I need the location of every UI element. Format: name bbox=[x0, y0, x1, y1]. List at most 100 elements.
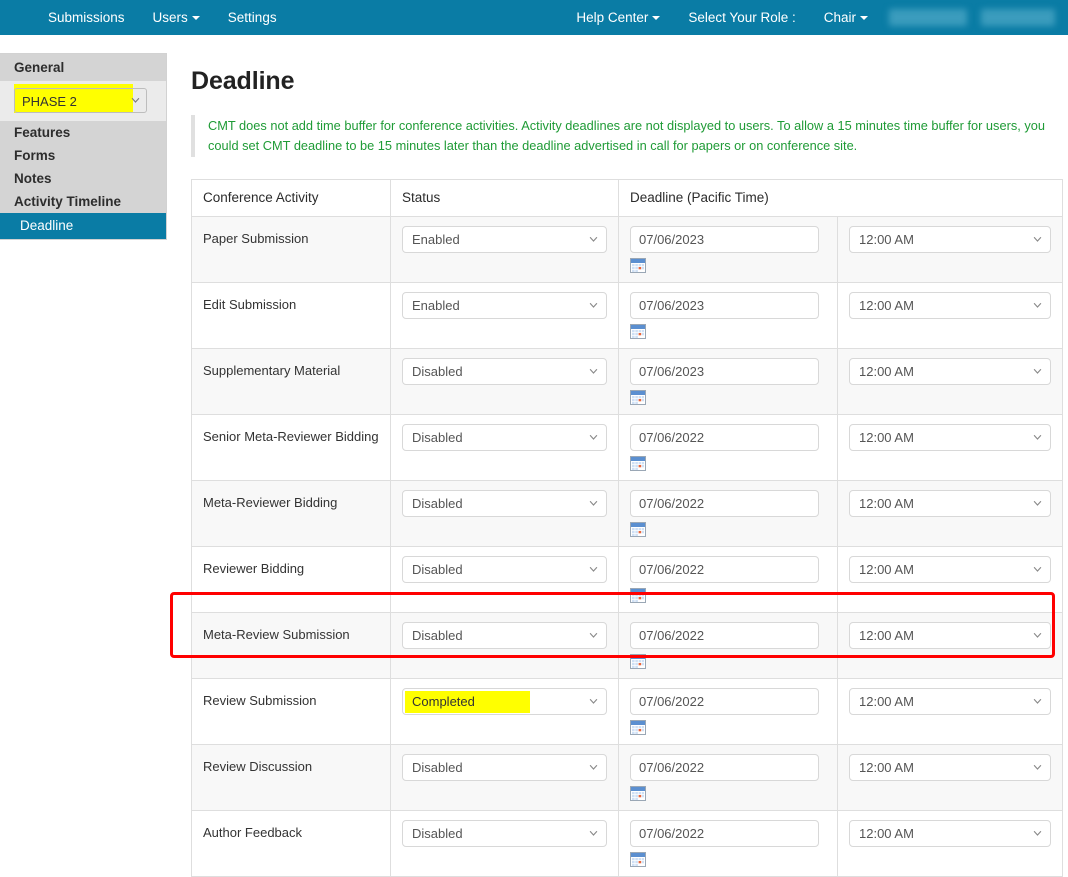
status-select[interactable]: Disabled bbox=[402, 358, 607, 385]
calendar-icon[interactable] bbox=[630, 456, 646, 471]
calendar-icon[interactable] bbox=[630, 786, 646, 801]
deadline-date-input[interactable] bbox=[630, 820, 819, 847]
deadline-time-select-box[interactable]: 12:00 AM bbox=[849, 556, 1052, 583]
status-select[interactable]: Completed bbox=[402, 688, 607, 715]
status-select-box[interactable]: Disabled bbox=[402, 556, 607, 583]
status-select-box[interactable]: Disabled bbox=[402, 424, 607, 451]
cell-status: Disabled bbox=[390, 612, 619, 679]
table-body: Paper SubmissionEnabled12:00 AMEdit Subm… bbox=[191, 216, 1064, 877]
calendar-icon[interactable] bbox=[630, 390, 646, 405]
column-header-conference-activity: Conference Activity bbox=[191, 179, 391, 217]
status-select[interactable]: Disabled bbox=[402, 424, 607, 451]
deadline-date-input[interactable] bbox=[630, 424, 819, 451]
deadline-date-input[interactable] bbox=[630, 622, 819, 649]
status-select[interactable]: Enabled bbox=[402, 292, 607, 319]
deadline-time-select[interactable]: 12:00 AM bbox=[849, 820, 1052, 847]
sidebar-item-deadline[interactable]: Deadline bbox=[0, 213, 166, 239]
deadline-time-select[interactable]: 12:00 AM bbox=[849, 490, 1052, 517]
status-select[interactable]: Disabled bbox=[402, 820, 607, 847]
calendar-icon[interactable] bbox=[630, 258, 646, 273]
activity-label: Reviewer Bidding bbox=[203, 561, 305, 576]
cell-deadline-time: 12:00 AM bbox=[836, 678, 1064, 745]
deadline-date-input[interactable] bbox=[630, 754, 819, 781]
phase-select-box[interactable]: PHASE 2 bbox=[14, 88, 147, 113]
nav-item-role-chair[interactable]: Chair bbox=[810, 0, 882, 35]
cell-status: Disabled bbox=[390, 546, 619, 613]
cell-deadline-time: 12:00 AM bbox=[836, 282, 1064, 349]
deadline-time-select[interactable]: 12:00 AM bbox=[849, 688, 1052, 715]
status-select-box[interactable]: Disabled bbox=[402, 754, 607, 781]
deadline-time-select[interactable]: 12:00 AM bbox=[849, 226, 1052, 253]
sidebar-item-features[interactable]: Features bbox=[0, 121, 166, 144]
status-select-box[interactable]: Completed bbox=[402, 688, 607, 715]
sidebar-item-forms[interactable]: Forms bbox=[0, 144, 166, 167]
deadline-time-select-box[interactable]: 12:00 AM bbox=[849, 754, 1052, 781]
status-select-box[interactable]: Enabled bbox=[402, 226, 607, 253]
deadline-time-select[interactable]: 12:00 AM bbox=[849, 754, 1052, 781]
table-row: Senior Meta-Reviewer Bidding Disabled 12:0… bbox=[191, 414, 1064, 481]
status-select-box[interactable]: Disabled bbox=[402, 820, 607, 847]
cell-conference-activity: Meta-Reviewer Bidding bbox=[191, 480, 391, 547]
sidebar-item-notes[interactable]: Notes bbox=[0, 167, 166, 190]
chevron-down-icon bbox=[860, 16, 868, 21]
nav-item-users[interactable]: Users bbox=[139, 0, 214, 35]
status-select-box[interactable]: Disabled bbox=[402, 358, 607, 385]
nav-label-select-your-role: Select Your Role : bbox=[688, 10, 796, 25]
deadline-time-select[interactable]: 12:00 AM bbox=[849, 358, 1052, 385]
status-select[interactable]: Disabled bbox=[402, 622, 607, 649]
cell-deadline-time: 12:00 AM bbox=[836, 348, 1064, 415]
nav-item-help-center[interactable]: Help Center bbox=[562, 0, 674, 35]
status-select[interactable]: Disabled bbox=[402, 556, 607, 583]
deadline-time-select-box[interactable]: 12:00 AM bbox=[849, 490, 1052, 517]
deadline-time-select-box[interactable]: 12:00 AM bbox=[849, 226, 1052, 253]
nav-label-chair: Chair bbox=[823, 10, 856, 25]
nav-redacted-item-1[interactable] bbox=[889, 9, 967, 26]
cell-deadline-date bbox=[618, 546, 838, 613]
status-select[interactable]: Disabled bbox=[402, 490, 607, 517]
activity-label: Paper Submission bbox=[203, 231, 309, 246]
calendar-icon[interactable] bbox=[630, 720, 646, 735]
cell-deadline-date bbox=[618, 744, 838, 811]
cell-status: Disabled bbox=[390, 348, 619, 415]
calendar-icon[interactable] bbox=[630, 588, 646, 603]
deadline-time-select-box[interactable]: 12:00 AM bbox=[849, 292, 1052, 319]
deadline-time-select[interactable]: 12:00 AM bbox=[849, 556, 1052, 583]
deadline-date-input[interactable] bbox=[630, 490, 819, 517]
calendar-icon[interactable] bbox=[630, 324, 646, 339]
phase-select[interactable]: PHASE 2 bbox=[14, 88, 147, 113]
deadline-time-select[interactable]: 12:00 AM bbox=[849, 292, 1052, 319]
calendar-icon[interactable] bbox=[630, 522, 646, 537]
deadline-time-select[interactable]: 12:00 AM bbox=[849, 424, 1052, 451]
status-select-box[interactable]: Disabled bbox=[402, 490, 607, 517]
deadline-time-select-box[interactable]: 12:00 AM bbox=[849, 820, 1052, 847]
table-row: Meta-Reviewer Bidding Disabled 12:00 AM bbox=[191, 480, 1064, 547]
status-select-box[interactable]: Enabled bbox=[402, 292, 607, 319]
status-select-box[interactable]: Disabled bbox=[402, 622, 607, 649]
cell-conference-activity: Review Submission bbox=[191, 678, 391, 745]
status-select[interactable]: Enabled bbox=[402, 226, 607, 253]
deadline-date-input[interactable] bbox=[630, 556, 819, 583]
nav-item-settings[interactable]: Settings bbox=[214, 0, 291, 35]
deadline-time-select-box[interactable]: 12:00 AM bbox=[849, 358, 1052, 385]
deadline-time-select[interactable]: 12:00 AM bbox=[849, 622, 1052, 649]
table-row: Reviewer Bidding Disabled 12:00 AM bbox=[191, 546, 1064, 613]
deadline-date-input[interactable] bbox=[630, 226, 819, 253]
activity-label: Review Discussion bbox=[203, 759, 313, 774]
calendar-icon[interactable] bbox=[630, 654, 646, 669]
deadline-time-select-box[interactable]: 12:00 AM bbox=[849, 424, 1052, 451]
calendar-icon[interactable] bbox=[630, 852, 646, 867]
navbar-right-group: Help Center Select Your Role : Chair bbox=[562, 0, 1062, 35]
nav-label-users: Users bbox=[152, 10, 188, 25]
deadline-date-input[interactable] bbox=[630, 688, 819, 715]
deadline-time-select-box[interactable]: 12:00 AM bbox=[849, 688, 1052, 715]
sidebar: General PHASE 2 Features Forms Notes Act… bbox=[0, 53, 167, 240]
nav-item-submissions[interactable]: Submissions bbox=[34, 0, 139, 35]
table-row: Author Feedback Disabled 12:00 AM bbox=[191, 810, 1064, 877]
deadline-date-input[interactable] bbox=[630, 358, 819, 385]
status-select[interactable]: Disabled bbox=[402, 754, 607, 781]
info-notice: CMT does not add time buffer for confere… bbox=[191, 115, 1053, 157]
deadline-time-select-box[interactable]: 12:00 AM bbox=[849, 622, 1052, 649]
nav-redacted-item-2[interactable] bbox=[981, 9, 1055, 26]
deadline-date-input[interactable] bbox=[630, 292, 819, 319]
sidebar-item-activity-timeline[interactable]: Activity Timeline bbox=[0, 190, 166, 213]
